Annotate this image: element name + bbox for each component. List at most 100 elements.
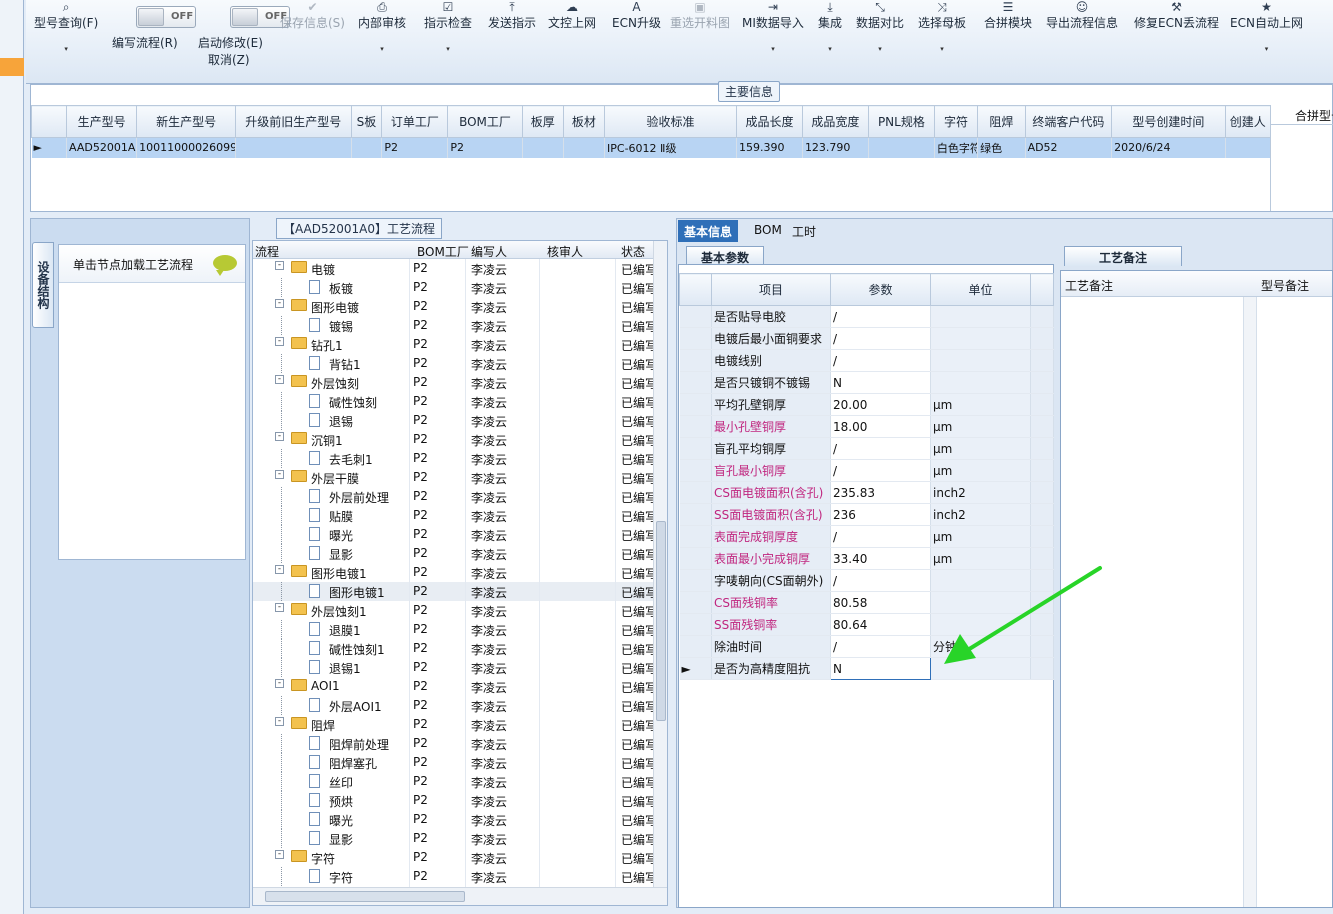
chevron-down-icon[interactable]: ▾: [34, 45, 98, 53]
param-row[interactable]: 电镀线别 /: [679, 349, 1054, 372]
main-col-header[interactable]: 新生产型号: [136, 105, 237, 138]
toolbar-item-16[interactable]: ⚒ 修复ECN丢流程: [1134, 0, 1219, 31]
param-row-indicator[interactable]: [679, 305, 712, 328]
chevron-down-icon[interactable]: ▾: [918, 45, 966, 53]
tree-node[interactable]: 字符 P2 李凌云 已编写: [253, 867, 653, 886]
main-col-header[interactable]: 板材: [562, 105, 606, 138]
param-value[interactable]: 20.00: [830, 393, 931, 416]
collapse-toggle-icon[interactable]: -: [275, 337, 284, 346]
main-cell[interactable]: [522, 137, 564, 158]
param-row-indicator[interactable]: [679, 459, 712, 482]
main-col-header[interactable]: 升级前旧生产型号: [235, 105, 352, 138]
param-row[interactable]: 是否只镀铜不镀锡 N: [679, 371, 1054, 394]
tree-node[interactable]: 去毛刺1 P2 李凌云 已编写: [253, 449, 653, 468]
toolbar-item-8[interactable]: A ECN升级: [612, 0, 661, 31]
param-value[interactable]: 235.83: [830, 481, 931, 504]
param-row-indicator[interactable]: [679, 437, 712, 460]
tree-scroll-thumb[interactable]: [656, 521, 666, 721]
main-col-header[interactable]: 成品宽度: [801, 105, 869, 138]
param-value[interactable]: /: [830, 327, 931, 350]
toolbar-item-3[interactable]: ✔ 保存信息(S): [280, 0, 345, 31]
param-value[interactable]: /: [830, 525, 931, 548]
tree-node[interactable]: - 电镀 P2 李凌云 已编写: [253, 259, 653, 278]
param-row-indicator[interactable]: [679, 613, 712, 636]
param-value[interactable]: N: [830, 657, 931, 680]
param-row-indicator[interactable]: [679, 525, 712, 548]
toolbar-item-6[interactable]: ⤒ 发送指示: [488, 0, 536, 31]
tree-node[interactable]: 碱性蚀刻1 P2 李凌云 已编写: [253, 639, 653, 658]
main-cell[interactable]: AAD52001A0: [66, 137, 138, 158]
tree-node[interactable]: - 沉铜1 P2 李凌云 已编写: [253, 430, 653, 449]
main-cell[interactable]: IPC-6012 Ⅱ级: [604, 137, 737, 158]
chevron-down-icon[interactable]: ▾: [424, 45, 472, 53]
param-row-indicator[interactable]: [679, 547, 712, 570]
toolbar-item-5[interactable]: ☑ 指示检查 ▾: [424, 0, 472, 53]
main-cell[interactable]: 159.390: [736, 137, 803, 158]
main-col-header[interactable]: 终端客户代码: [1024, 105, 1113, 138]
tree-vertical-scrollbar[interactable]: [653, 241, 667, 887]
toolbar-item-17[interactable]: ★ ECN自动上网 ▾: [1230, 0, 1303, 53]
main-col-header[interactable]: 创建人: [1224, 105, 1272, 138]
param-row[interactable]: 是否贴导电胶 /: [679, 305, 1054, 328]
tree-node[interactable]: - 外层蚀刻 P2 李凌云 已编写: [253, 373, 653, 392]
param-row-indicator[interactable]: [679, 327, 712, 350]
param-value[interactable]: /: [830, 459, 931, 482]
tree-node[interactable]: - 钻孔1 P2 李凌云 已编写: [253, 335, 653, 354]
collapse-toggle-icon[interactable]: -: [275, 261, 284, 270]
collapse-toggle-icon[interactable]: -: [275, 565, 284, 574]
model-remark-area[interactable]: [1258, 297, 1332, 907]
param-row-indicator[interactable]: ►: [679, 657, 712, 680]
param-row[interactable]: 表面完成铜厚度 / μm: [679, 525, 1054, 548]
tree-node[interactable]: 板镀 P2 李凌云 已编写: [253, 278, 653, 297]
remark-scrollbar[interactable]: [1243, 297, 1257, 907]
main-cell[interactable]: [351, 137, 383, 158]
tree-node[interactable]: - 外层干膜 P2 李凌云 已编写: [253, 468, 653, 487]
subtab-process-remark[interactable]: 工艺备注: [1064, 246, 1183, 266]
tree-node[interactable]: 退锡1 P2 李凌云 已编写: [253, 658, 653, 677]
main-col-header[interactable]: 板厚: [521, 105, 564, 138]
main-cell[interactable]: 10011000026099: [136, 137, 237, 158]
main-cell[interactable]: 绿色: [977, 137, 1026, 158]
param-row[interactable]: SS面电镀面积(含孔) 236 inch2: [679, 503, 1054, 526]
tree-node[interactable]: 阻焊前处理 P2 李凌云 已编写: [253, 734, 653, 753]
toolbar-item-7[interactable]: ☁ 文控上网: [548, 0, 596, 31]
main-cell[interactable]: [1225, 137, 1272, 158]
tree-node[interactable]: 镀锡 P2 李凌云 已编写: [253, 316, 653, 335]
param-row-indicator[interactable]: [679, 591, 712, 614]
tree-node[interactable]: 退锡 P2 李凌云 已编写: [253, 411, 653, 430]
collapse-toggle-icon[interactable]: -: [275, 850, 284, 859]
main-col-header[interactable]: 验收标准: [604, 105, 737, 138]
chevron-down-icon[interactable]: ▾: [1230, 45, 1303, 53]
main-cell[interactable]: 2020/6/24: [1111, 137, 1226, 158]
main-col-header[interactable]: 成品长度: [735, 105, 803, 138]
tree-node[interactable]: 图形电镀1 P2 李凌云 已编写: [253, 582, 653, 601]
param-value[interactable]: 18.00: [830, 415, 931, 438]
param-value[interactable]: 33.40: [830, 547, 931, 570]
param-row[interactable]: 最小孔壁铜厚 18.00 μm: [679, 415, 1054, 438]
tree-node[interactable]: - 字符 P2 李凌云 已编写: [253, 848, 653, 867]
collapse-toggle-icon[interactable]: -: [275, 679, 284, 688]
tree-node[interactable]: 曝光 P2 李凌云 已编写: [253, 525, 653, 544]
chevron-down-icon[interactable]: ▾: [358, 45, 406, 53]
main-cell[interactable]: [235, 137, 352, 158]
main-cell[interactable]: AD52: [1025, 137, 1113, 158]
main-col-header[interactable]: 字符: [933, 105, 979, 138]
param-row-indicator[interactable]: [679, 481, 712, 504]
collapse-toggle-icon[interactable]: -: [275, 375, 284, 384]
collapse-toggle-icon[interactable]: -: [275, 470, 284, 479]
param-row[interactable]: CS面电镀面积(含孔) 235.83 inch2: [679, 481, 1054, 504]
param-value[interactable]: 236: [830, 503, 931, 526]
toolbar-item-10[interactable]: ⇥ MI数据导入 ▾: [742, 0, 804, 53]
main-cell[interactable]: P2: [381, 137, 449, 158]
param-row[interactable]: 平均孔壁铜厚 20.00 μm: [679, 393, 1054, 416]
main-cell[interactable]: 123.790: [802, 137, 869, 158]
param-value[interactable]: /: [830, 305, 931, 328]
toolbar-item-15[interactable]: ☺ 导出流程信息: [1046, 0, 1118, 31]
tree-node[interactable]: 显影 P2 李凌云 已编写: [253, 544, 653, 563]
main-col-header[interactable]: 型号创建时间: [1111, 105, 1226, 138]
main-col-header[interactable]: 生产型号: [66, 105, 138, 138]
chevron-down-icon[interactable]: ▾: [856, 45, 904, 53]
toolbar-item-0[interactable]: ⌕ 型号查询(F) ▾: [34, 0, 98, 53]
toolbar-item-11[interactable]: ⤓ 集成 ▾: [818, 0, 842, 53]
tree-node[interactable]: 阻焊塞孔 P2 李凌云 已编写: [253, 753, 653, 772]
